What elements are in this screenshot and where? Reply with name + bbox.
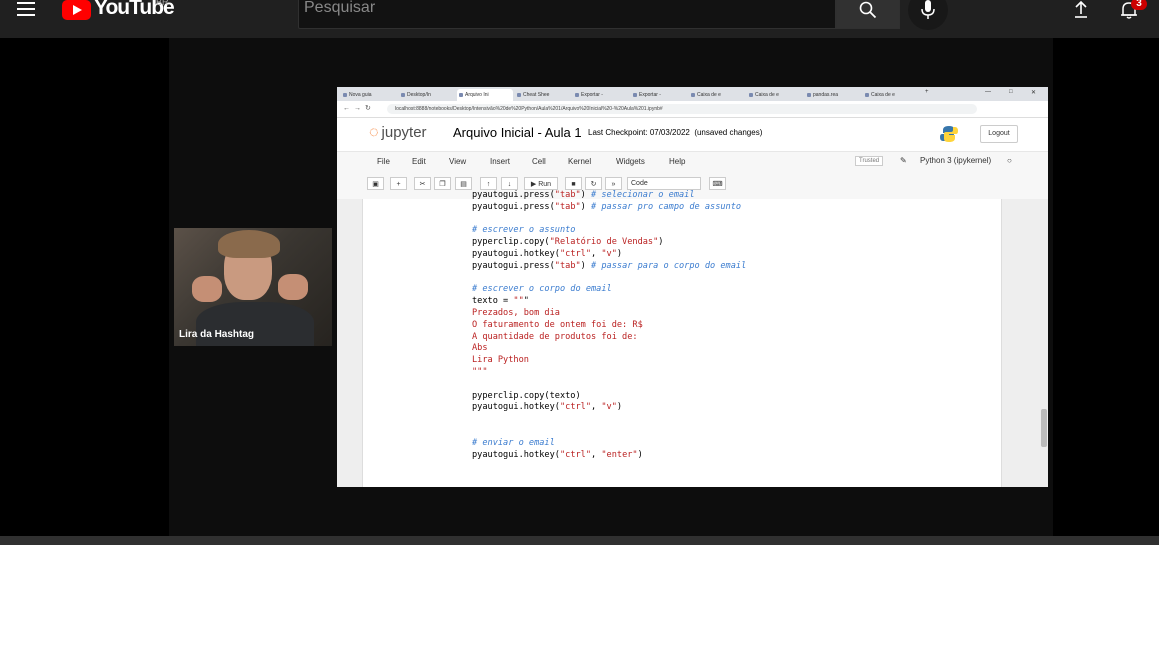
search-box xyxy=(298,0,836,29)
code-line: pyautogui.press("tab") # passar pro camp… xyxy=(472,201,742,212)
url-field: localhost:8888/notebooks/Desktop/Intensi… xyxy=(387,104,977,114)
search-icon xyxy=(859,1,877,19)
kernel-status-icon: ○ xyxy=(1007,156,1012,165)
menu-insert: Insert xyxy=(490,157,511,166)
code-line: pyautogui.hotkey("ctrl", "v") xyxy=(472,402,623,413)
code-line: texto = """ xyxy=(472,296,529,307)
browser-nav-icons: ←→↻ xyxy=(343,105,375,112)
trusted-badge: Trusted xyxy=(855,156,884,166)
edit-pencil-icon: ✎ xyxy=(900,156,907,165)
notebook-body: pyautogui.press("tab") # selecionar o em… xyxy=(337,190,1048,487)
logout-button: Logout xyxy=(980,125,1018,143)
jupyter-header: ◌ jupyter Arquivo Inicial - Aula 1 Last C… xyxy=(337,118,1048,151)
code-line: pyautogui.hotkey("ctrl", "enter") xyxy=(472,449,643,460)
code-line: Lira Python xyxy=(472,355,529,366)
minimize-icon: — xyxy=(985,89,991,95)
browser-tab: pandas.rea xyxy=(805,89,861,101)
menu-widgets: Widgets xyxy=(616,157,645,166)
code-line: A quantidade de produtos foi de: xyxy=(472,331,638,342)
move-up-icon: ↑ xyxy=(480,177,497,190)
menu-cell: Cell xyxy=(532,157,546,166)
presenter-name: Lira da Hashtag xyxy=(179,329,255,340)
run-button: ▶ Run xyxy=(524,177,558,190)
move-down-icon: ↓ xyxy=(501,177,518,190)
browser-tab: Cheat Shee xyxy=(515,89,571,101)
cell-type-select: Code xyxy=(627,177,701,190)
browser-tab-active: Arquivo Ini xyxy=(457,89,513,101)
close-icon: ✕ xyxy=(1031,90,1037,96)
kernel-indicator: Python 3 (ipykernel) xyxy=(920,156,992,165)
mic-icon xyxy=(921,0,935,19)
jupyter-menubar: File Edit View Insert Cell Kernel Widget… xyxy=(337,151,1048,172)
add-cell-icon: + xyxy=(390,177,407,190)
restart-icon: ↻ xyxy=(585,177,602,190)
code-line: pyautogui.press("tab") # passar para o c… xyxy=(472,260,747,271)
save-icon: ▣ xyxy=(367,177,384,190)
notebook-title: Arquivo Inicial - Aula 1 xyxy=(453,125,582,140)
code-line: # enviar o email xyxy=(472,437,555,448)
browser-tab: Desktop/In xyxy=(399,89,455,101)
code-line: """ xyxy=(472,366,488,377)
code-line: pyautogui.hotkey("ctrl", "v") xyxy=(472,248,623,259)
code-line: pyperclip.copy(texto) xyxy=(472,390,581,401)
upload-icon[interactable] xyxy=(1072,0,1090,25)
code-line: pyperclip.copy("Relatório de Vendas") xyxy=(472,237,664,248)
code-editor: pyautogui.press("tab") # selecionar o em… xyxy=(472,190,746,461)
country-code: BR xyxy=(156,0,169,7)
browser-tabbar: Nova guia Desktop/In Arquivo Ini Cheat S… xyxy=(337,87,1048,101)
jupyter-logo: ◌ jupyter xyxy=(369,124,427,141)
menu-kernel: Kernel xyxy=(568,157,592,166)
webcam-overlay: Lira da Hashtag xyxy=(174,228,332,346)
code-line: Abs xyxy=(472,343,488,354)
fast-forward-icon: » xyxy=(605,177,622,190)
code-cell: pyautogui.press("tab") # selecionar o em… xyxy=(362,190,1002,487)
search-input[interactable] xyxy=(304,0,824,17)
stop-icon: ■ xyxy=(565,177,582,190)
code-line: Prezados, bom dia xyxy=(472,307,560,318)
new-tab-icon: + xyxy=(925,89,929,95)
search-button[interactable] xyxy=(836,0,900,29)
checkpoint-info: Last Checkpoint: 07/03/2022 (unsaved cha… xyxy=(588,128,763,137)
browser-tab: Exportar - xyxy=(631,89,687,101)
code-line: # escrever o corpo do email xyxy=(472,284,612,295)
notification-badge: 3 xyxy=(1131,0,1147,10)
code-line: # escrever o assunto xyxy=(472,225,576,236)
scrollbar xyxy=(1041,409,1047,447)
code-line: O faturamento de ontem foi de: R$ xyxy=(472,319,643,330)
keyboard-icon: ⌨ xyxy=(709,177,726,190)
youtube-header: YouTube BR 3 xyxy=(0,0,1159,38)
menu-edit: Edit xyxy=(412,157,426,166)
browser-tab: Exportar - xyxy=(573,89,629,101)
cut-icon: ✂ xyxy=(414,177,431,190)
python-logo-icon xyxy=(940,126,958,142)
maximize-icon: □ xyxy=(1009,89,1013,95)
menu-help: Help xyxy=(669,157,686,166)
player-bottom-border xyxy=(0,536,1159,545)
screen-recording: Nova guia Desktop/In Arquivo Ini Cheat S… xyxy=(337,87,1048,487)
menu-file: File xyxy=(377,157,390,166)
code-line: pyautogui.press("tab") # selecionar o em… xyxy=(472,190,695,200)
browser-urlbar: ←→↻ localhost:8888/notebooks/Desktop/Int… xyxy=(337,101,1048,118)
copy-icon: ❐ xyxy=(434,177,451,190)
browser-tab: Caixa de e xyxy=(689,89,745,101)
browser-tab: Nova guia xyxy=(341,89,397,101)
browser-tab: Caixa de e xyxy=(747,89,803,101)
youtube-logo-icon xyxy=(62,0,91,20)
browser-tab: Caixa de e xyxy=(863,89,919,101)
voice-search-button[interactable] xyxy=(908,0,948,30)
menu-view: View xyxy=(449,157,467,166)
paste-icon: ▤ xyxy=(455,177,472,190)
menu-icon[interactable] xyxy=(17,2,35,16)
jupyter-logo-icon: ◌ xyxy=(369,124,379,141)
